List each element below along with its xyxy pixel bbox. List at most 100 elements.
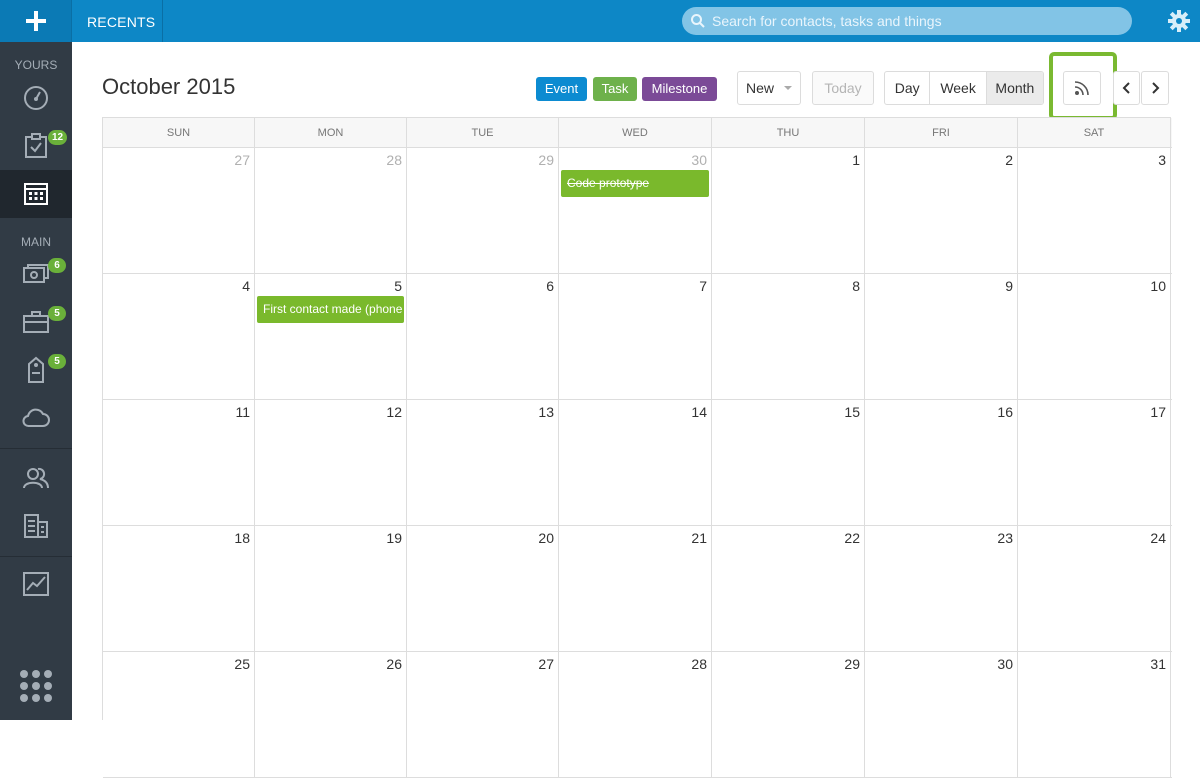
calendar-day-cell[interactable]: 30 bbox=[865, 652, 1018, 778]
day-number: 7 bbox=[699, 278, 707, 294]
month-calendar-grid: SUN MON TUE WED THU FRI SAT 27 28 29 30 Code proto… bbox=[102, 117, 1172, 778]
weekday-header-cell: SUN bbox=[103, 118, 255, 148]
weekday-header-cell: TUE bbox=[407, 118, 559, 148]
sidebar-item-calendar[interactable] bbox=[0, 170, 72, 218]
calendar-event[interactable]: Code prototype bbox=[561, 170, 709, 197]
briefcase-icon bbox=[23, 311, 49, 333]
sidebar-item-cases[interactable]: 6 bbox=[0, 250, 72, 298]
sidebar-item-dashboard[interactable] bbox=[0, 74, 72, 122]
calendar-day-cell[interactable]: 3 bbox=[1018, 148, 1171, 274]
calendar-day-cell[interactable]: 29 bbox=[712, 652, 865, 778]
day-number: 14 bbox=[691, 404, 707, 420]
legend-task[interactable]: Task bbox=[593, 77, 637, 101]
new-dropdown-button[interactable]: New bbox=[737, 71, 801, 105]
calendar-day-cell[interactable]: 8 bbox=[712, 274, 865, 400]
calendar-day-cell[interactable]: 17 bbox=[1018, 400, 1171, 526]
calendar-week-row: 25 26 27 28 29 30 31 bbox=[103, 652, 1172, 778]
view-day-button[interactable]: Day bbox=[885, 72, 931, 104]
new-button-label: New bbox=[745, 80, 774, 96]
settings-button[interactable] bbox=[1158, 0, 1200, 42]
app-grid-icon bbox=[20, 670, 52, 702]
day-number: 28 bbox=[691, 656, 707, 672]
chevron-right-icon bbox=[1152, 82, 1160, 94]
calendar-day-cell[interactable]: 13 bbox=[407, 400, 559, 526]
calendar-day-cell[interactable]: 20 bbox=[407, 526, 559, 652]
day-number: 17 bbox=[1150, 404, 1166, 420]
calendar-day-cell[interactable]: 25 bbox=[103, 652, 255, 778]
calendar-day-cell[interactable]: 9 bbox=[865, 274, 1018, 400]
calendar-day-cell[interactable]: 24 bbox=[1018, 526, 1171, 652]
sidebar-item-cloud[interactable] bbox=[0, 394, 72, 442]
day-number: 29 bbox=[844, 656, 860, 672]
calendar-day-cell[interactable]: 11 bbox=[103, 400, 255, 526]
calendar-day-cell[interactable]: 28 bbox=[255, 148, 407, 274]
caret-down-icon bbox=[784, 86, 792, 90]
sidebar-item-organisations[interactable] bbox=[0, 502, 72, 550]
calendar-icon bbox=[24, 183, 48, 205]
legend-event[interactable]: Event bbox=[536, 77, 587, 101]
calendar-day-cell[interactable]: 4 bbox=[103, 274, 255, 400]
day-number: 18 bbox=[234, 530, 250, 546]
calendar-day-cell[interactable]: 10 bbox=[1018, 274, 1171, 400]
calendar-day-cell[interactable]: 29 bbox=[407, 148, 559, 274]
day-number: 2 bbox=[1005, 152, 1013, 168]
search-box[interactable] bbox=[682, 7, 1132, 35]
day-number: 1 bbox=[852, 152, 860, 168]
sidebar-divider bbox=[0, 556, 72, 557]
calendar-day-cell[interactable]: 19 bbox=[255, 526, 407, 652]
search-input[interactable] bbox=[712, 13, 1112, 29]
tag-icon bbox=[28, 356, 44, 383]
calendar-day-cell[interactable]: 15 bbox=[712, 400, 865, 526]
top-bar: RECENTS bbox=[0, 0, 1200, 42]
calendar-week-row: 4 5 First contact made (phone call) 6 7 8 9 10 bbox=[103, 274, 1172, 400]
calendar-day-cell[interactable]: 30 Code prototype bbox=[559, 148, 712, 274]
day-number: 3 bbox=[1158, 152, 1166, 168]
previous-month-button[interactable] bbox=[1113, 71, 1140, 105]
day-number: 6 bbox=[546, 278, 554, 294]
sidebar-item-tags[interactable]: 5 bbox=[0, 346, 72, 394]
day-number: 19 bbox=[386, 530, 402, 546]
calendar-day-cell[interactable]: 14 bbox=[559, 400, 712, 526]
calendar-day-cell[interactable]: 27 bbox=[407, 652, 559, 778]
sidebar-item-opportunities[interactable]: 5 bbox=[0, 298, 72, 346]
calendar-day-cell[interactable]: 27 bbox=[103, 148, 255, 274]
apps-launcher[interactable] bbox=[0, 662, 72, 710]
tags-badge: 5 bbox=[48, 354, 66, 369]
sidebar-item-tasks[interactable]: 12 bbox=[0, 122, 72, 170]
sidebar-item-people[interactable] bbox=[0, 454, 72, 502]
recents-divider bbox=[162, 0, 163, 42]
calendar-day-cell[interactable]: 23 bbox=[865, 526, 1018, 652]
next-month-button[interactable] bbox=[1141, 71, 1169, 105]
legend-milestone[interactable]: Milestone bbox=[642, 77, 717, 101]
calendar-day-cell[interactable]: 31 bbox=[1018, 652, 1171, 778]
calendar-day-cell[interactable]: 2 bbox=[865, 148, 1018, 274]
day-number: 16 bbox=[997, 404, 1013, 420]
day-number: 12 bbox=[386, 404, 402, 420]
page-title: October 2015 bbox=[102, 74, 236, 99]
calendar-day-cell[interactable]: 12 bbox=[255, 400, 407, 526]
day-number: 5 bbox=[394, 278, 402, 294]
calendar-day-cell[interactable]: 7 bbox=[559, 274, 712, 400]
today-button[interactable]: Today bbox=[812, 71, 874, 105]
calendar-feed-button[interactable] bbox=[1063, 71, 1101, 105]
calendar-day-cell[interactable]: 16 bbox=[865, 400, 1018, 526]
calendar-day-cell[interactable]: 18 bbox=[103, 526, 255, 652]
calendar-day-cell[interactable]: 26 bbox=[255, 652, 407, 778]
calendar-event[interactable]: First contact made (phone call) bbox=[257, 296, 404, 323]
calendar-day-cell[interactable]: 28 bbox=[559, 652, 712, 778]
day-number: 27 bbox=[234, 152, 250, 168]
calendar-day-cell[interactable]: 5 First contact made (phone call) bbox=[255, 274, 407, 400]
cloud-icon bbox=[22, 408, 50, 427]
calendar-day-cell[interactable]: 21 bbox=[559, 526, 712, 652]
calendar-day-cell[interactable]: 6 bbox=[407, 274, 559, 400]
view-month-button[interactable]: Month bbox=[986, 72, 1043, 104]
view-week-button[interactable]: Week bbox=[930, 72, 987, 104]
add-button[interactable] bbox=[0, 0, 72, 42]
dashboard-gauge-icon bbox=[24, 86, 48, 110]
recents-menu[interactable]: RECENTS bbox=[87, 0, 155, 42]
day-number: 20 bbox=[538, 530, 554, 546]
sidebar-item-reports[interactable] bbox=[0, 560, 72, 608]
calendar-day-cell[interactable]: 22 bbox=[712, 526, 865, 652]
calendar-day-cell[interactable]: 1 bbox=[712, 148, 865, 274]
day-number: 24 bbox=[1150, 530, 1166, 546]
